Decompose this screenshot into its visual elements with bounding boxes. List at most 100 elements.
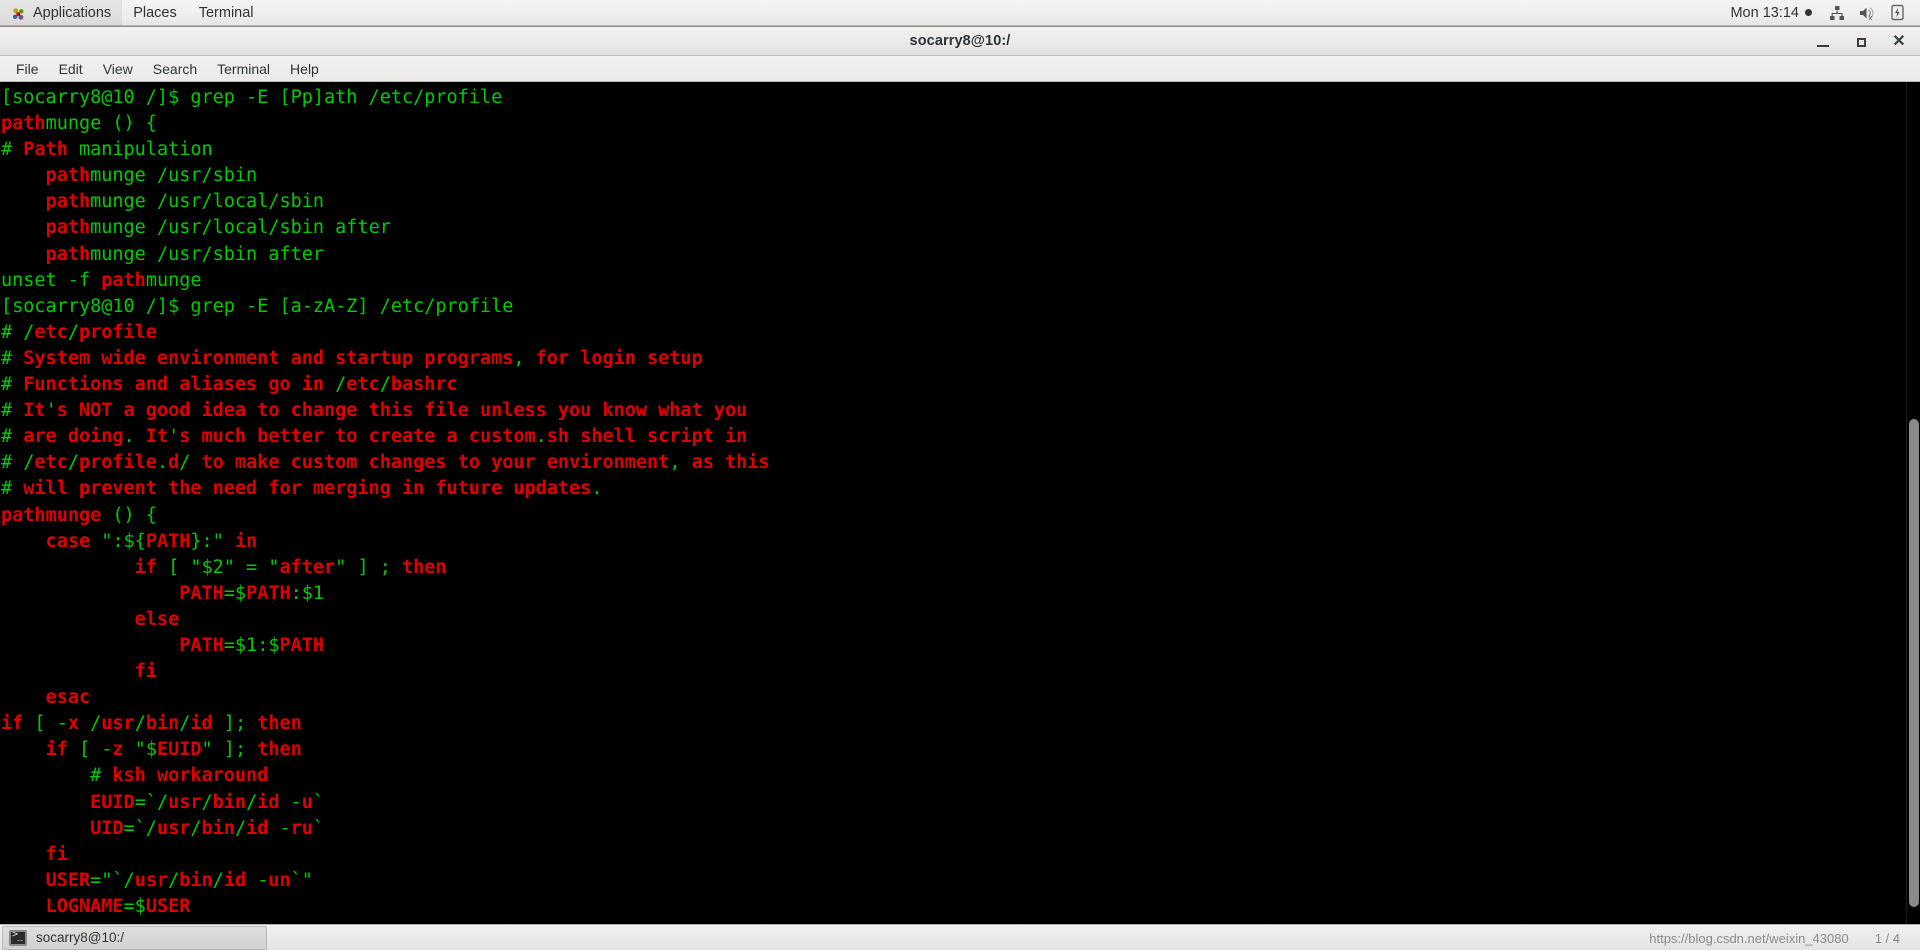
clock-applet[interactable]: Mon 13:14 <box>1720 0 1822 26</box>
terminal-text: [ "$2" = " <box>156 556 280 578</box>
menu-view-label: View <box>102 60 133 77</box>
terminal-body[interactable]: [socarry8@10 /]$ grep -E [Pp]ath /etc/pr… <box>0 82 1920 924</box>
menu-view[interactable]: View <box>93 56 143 82</box>
grep-match-text: It <box>134 426 169 448</box>
grep-match-text: id <box>190 713 213 735</box>
terminal-text: " ]; <box>201 739 258 761</box>
terminal-scrollbar[interactable] <box>1906 82 1920 924</box>
terminal-line: # Functions and aliases go in /etc/bashr… <box>1 372 1920 398</box>
notification-dot-icon <box>1805 9 1812 16</box>
scrollbar-thumb[interactable] <box>1909 418 1919 908</box>
grep-match-text: etc <box>346 374 380 396</box>
grep-match-text: path <box>45 165 91 187</box>
terminal-text: / <box>134 713 146 735</box>
maximize-button[interactable] <box>1850 31 1872 53</box>
network-icon[interactable] <box>1822 0 1852 26</box>
grep-match-text: esac <box>45 687 91 709</box>
window-title: socarry8@10:/ <box>909 33 1011 49</box>
menu-file[interactable]: File <box>6 56 49 82</box>
terminal-text: "$ <box>123 739 157 761</box>
terminal-text: =$1:$ <box>223 634 280 656</box>
window-titlebar[interactable]: socarry8@10:/ ✕ <box>0 26 1920 56</box>
terminal-text: `" <box>290 869 313 891</box>
terminal-line: # System wide environment and startup pr… <box>1 346 1920 372</box>
terminal-line: pathmunge /usr/local/sbin <box>1 189 1920 215</box>
terminal-text: munge <box>145 269 202 291</box>
terminal-line: [socarry8@10 /]$ grep -E [Pp]ath /etc/pr… <box>1 85 1920 111</box>
terminal-line: # /etc/profile <box>1 320 1920 346</box>
terminal-line: unset -f pathmunge <box>1 268 1920 294</box>
terminal-line: pathmunge /usr/sbin after <box>1 242 1920 268</box>
grep-match-text: id <box>246 817 269 839</box>
terminal-text: ":${ <box>90 530 146 552</box>
grep-match-text: Path <box>23 139 68 161</box>
applications-menu-label: Applications <box>33 4 112 21</box>
places-menu[interactable]: Places <box>122 0 188 26</box>
grep-match-text: UID <box>90 817 124 839</box>
battery-charging-icon[interactable] <box>1882 0 1912 26</box>
grep-match-text: path <box>1 113 46 135</box>
terminal-text: [socarry8@10 /]$ grep -E [Pp]ath /etc/pr… <box>1 87 503 108</box>
page-indicator: 1 / 4 <box>1874 931 1900 946</box>
grep-match-text: then <box>402 556 447 578</box>
terminal-text: . <box>535 426 547 448</box>
terminal-text: () { <box>101 504 157 526</box>
clock-label: Mon 13:14 <box>1730 4 1799 21</box>
grep-match-text: usr <box>168 791 202 813</box>
terminal-text: [socarry8@10 /]$ grep -E [a-zA-Z] /etc/p… <box>1 295 514 317</box>
terminal-line: pathmunge () { <box>1 503 1920 529</box>
terminal-text: / <box>379 374 391 396</box>
terminal-text: / <box>190 817 202 839</box>
terminal-line: pathmunge () { <box>1 111 1920 137</box>
menu-file-label: File <box>16 60 39 77</box>
grep-match-text: path <box>45 191 91 213</box>
terminal-text: / <box>168 869 180 891</box>
grep-match-text: usr <box>101 713 135 735</box>
grep-match-text: System wide environment and startup prog… <box>23 347 514 369</box>
terminal-line: # ksh workaround <box>1 763 1920 789</box>
bottom-taskbar: socarry8@10:/ https://blog.csdn.net/weix… <box>0 924 1920 950</box>
terminal-line: # It's NOT a good idea to change this fi… <box>1 398 1920 424</box>
terminal-text: # <box>1 400 24 422</box>
menu-terminal[interactable]: Terminal <box>207 56 280 82</box>
grep-match-text: id <box>257 791 280 813</box>
menu-edit[interactable]: Edit <box>49 56 93 82</box>
menu-search[interactable]: Search <box>143 56 207 82</box>
menu-help[interactable]: Help <box>280 56 329 82</box>
grep-match-text: if <box>134 556 157 578</box>
panel-menus: Applications Places Terminal <box>0 0 265 26</box>
grep-match-text: id <box>223 869 247 891</box>
terminal-output: [socarry8@10 /]$ grep -E [Pp]ath /etc/pr… <box>0 82 1920 924</box>
grep-match-text: path <box>45 217 91 239</box>
grep-match-text: if <box>45 739 68 761</box>
terminal-text: , <box>669 452 692 474</box>
taskbar-window-button[interactable]: socarry8@10:/ <box>2 925 267 950</box>
terminal-window: socarry8@10:/ ✕ File Edit View Search Te… <box>0 26 1920 924</box>
grep-match-text: fi <box>45 843 68 865</box>
grep-match-text: bin <box>179 869 213 891</box>
grep-match-text: in <box>234 530 258 552</box>
close-button[interactable]: ✕ <box>1888 31 1910 53</box>
terminal-line: fi <box>1 842 1920 868</box>
grep-match-text: d <box>168 452 180 474</box>
applications-menu[interactable]: Applications <box>0 0 123 26</box>
terminal-line: [socarry8@10 /]$ grep -E [a-zA-Z] /etc/p… <box>1 294 1920 320</box>
grep-match-text: will prevent the need for merging in fut… <box>23 478 592 500</box>
places-menu-label: Places <box>133 4 177 21</box>
grep-match-text: for login setup <box>535 347 703 369</box>
grep-match-text: USER <box>145 895 191 917</box>
terminal-text: # <box>1 347 24 369</box>
grep-match-text: case <box>45 530 91 552</box>
grep-match-text: EUID <box>156 739 202 761</box>
terminal-menu[interactable]: Terminal <box>188 0 265 26</box>
minimize-button[interactable] <box>1812 31 1834 53</box>
volume-muted-icon[interactable]: x <box>1852 0 1882 26</box>
